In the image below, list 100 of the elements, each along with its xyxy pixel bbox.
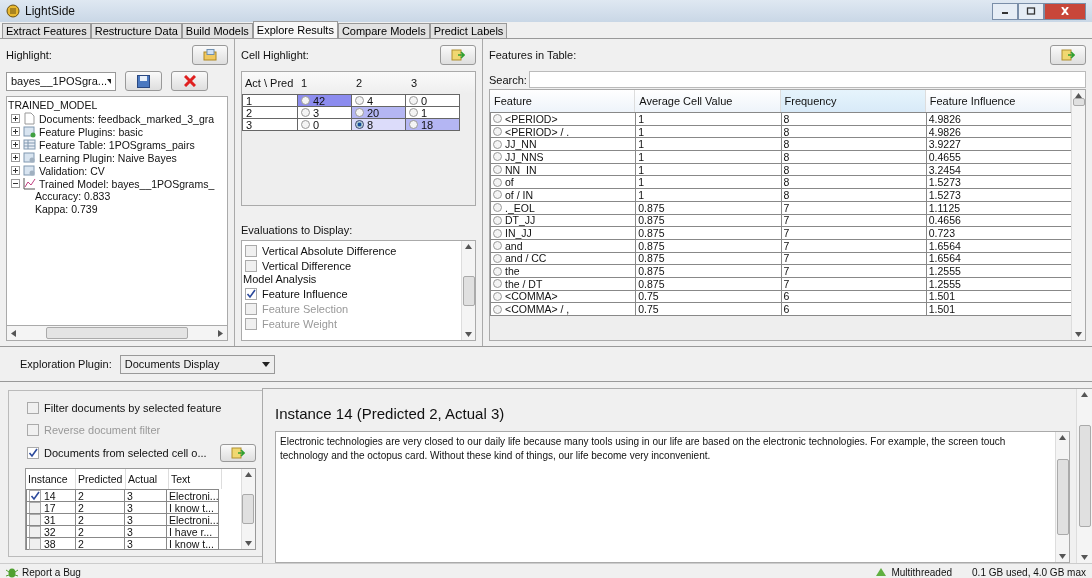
vertical-scrollbar[interactable] — [1055, 432, 1069, 562]
save-button[interactable] — [125, 71, 162, 91]
save-icon — [137, 74, 150, 88]
checkbox[interactable] — [245, 244, 257, 257]
expand-icon[interactable] — [11, 166, 20, 175]
radio-button[interactable] — [493, 139, 502, 149]
radio-button[interactable] — [355, 120, 364, 129]
tree-item[interactable]: Validation: CV — [39, 164, 105, 177]
radio-button[interactable] — [409, 96, 418, 105]
column-header[interactable]: Frequency — [780, 90, 926, 112]
close-button[interactable] — [1044, 2, 1086, 20]
plugin-dropdown[interactable]: Documents Display — [119, 354, 275, 374]
model-dropdown[interactable]: bayes__1POSgra... — [6, 71, 116, 91]
tab[interactable]: Restructure Data — [90, 23, 182, 38]
scroll-down-icon[interactable] — [1075, 332, 1082, 337]
radio-button[interactable] — [493, 203, 502, 213]
horizontal-scrollbar[interactable] — [6, 325, 228, 341]
vertical-scrollbar[interactable] — [461, 241, 475, 340]
radio-button[interactable] — [493, 190, 502, 200]
column-header[interactable]: Text — [169, 469, 222, 489]
matrix-cell[interactable]: 18 — [405, 118, 460, 131]
radio-button[interactable] — [355, 96, 364, 105]
radio-button[interactable] — [493, 279, 502, 289]
tab[interactable]: Build Models — [181, 23, 253, 38]
export-button[interactable] — [1050, 45, 1086, 65]
collapse-icon[interactable] — [11, 179, 20, 188]
radio-button[interactable] — [301, 108, 310, 117]
radio-button[interactable] — [493, 266, 502, 276]
matrix-cell[interactable]: 0 — [297, 118, 352, 131]
scroll-down-icon[interactable] — [1081, 555, 1088, 560]
scroll-right-icon[interactable] — [218, 329, 223, 337]
vertical-scrollbar[interactable] — [1071, 90, 1085, 340]
column-header[interactable]: Feature — [490, 90, 636, 112]
tree-item[interactable]: Feature Table: 1POSgrams_pairs — [39, 138, 195, 151]
maximize-button[interactable] — [1018, 2, 1044, 20]
scroll-down-icon[interactable] — [244, 541, 252, 546]
tree-item[interactable]: Trained Model: bayes__1POSgrams_ — [39, 177, 215, 190]
export-button[interactable] — [440, 45, 476, 65]
column-header[interactable]: Feature Influence — [925, 90, 1071, 112]
radio-button[interactable] — [493, 114, 502, 124]
matrix-cell[interactable]: 8 — [351, 118, 406, 131]
expand-icon[interactable] — [11, 114, 20, 123]
export-button[interactable] — [219, 443, 256, 462]
maximize-icon — [1026, 7, 1036, 15]
radio-button[interactable] — [301, 120, 310, 129]
checkbox[interactable] — [29, 513, 41, 526]
search-field[interactable] — [528, 71, 1086, 88]
copy-button[interactable] — [192, 45, 228, 65]
column-header[interactable]: Instance — [26, 469, 76, 489]
vertical-scrollbar[interactable] — [1076, 389, 1092, 563]
checkbox[interactable] — [245, 259, 257, 272]
checkbox[interactable] — [27, 446, 39, 459]
tree-item[interactable]: TRAINED_MODEL — [7, 99, 227, 112]
scroll-left-icon[interactable] — [11, 329, 16, 337]
radio-button[interactable] — [493, 177, 502, 187]
expand-icon[interactable] — [11, 127, 20, 136]
tab[interactable]: Explore Results — [252, 21, 338, 38]
radio-button[interactable] — [355, 108, 364, 117]
tree-item[interactable]: Accuracy: 0.833 — [35, 190, 111, 202]
radio-button[interactable] — [493, 291, 502, 301]
radio-button[interactable] — [493, 165, 502, 175]
expand-icon[interactable] — [11, 140, 20, 149]
radio-button[interactable] — [493, 127, 502, 137]
radio-button[interactable] — [493, 152, 502, 162]
radio-button[interactable] — [409, 120, 418, 129]
radio-button[interactable] — [493, 241, 502, 251]
checkbox[interactable] — [29, 525, 41, 538]
tab[interactable]: Compare Models — [337, 23, 430, 38]
report-bug-link[interactable]: Report a Bug — [22, 566, 81, 578]
column-header[interactable]: Actual — [126, 469, 169, 489]
radio-button[interactable] — [409, 108, 418, 117]
tree-item[interactable]: Feature Plugins: basic — [39, 125, 143, 138]
radio-button[interactable] — [493, 228, 502, 238]
column-header[interactable]: Average Cell Value — [635, 90, 781, 112]
scroll-thumb[interactable] — [1072, 98, 1085, 106]
scroll-up-icon[interactable] — [1081, 392, 1088, 397]
tab[interactable]: Extract Features — [2, 23, 91, 38]
checkbox[interactable] — [245, 287, 257, 300]
checkbox[interactable] — [29, 537, 41, 550]
tree-item[interactable]: Documents: feedback_marked_3_gra — [39, 112, 215, 125]
tree-item[interactable]: Learning Plugin: Naive Bayes — [39, 151, 177, 164]
checkbox[interactable] — [29, 489, 41, 502]
scroll-up-icon[interactable] — [1059, 435, 1066, 440]
expand-icon[interactable] — [11, 153, 20, 162]
delete-button[interactable] — [171, 71, 208, 91]
vertical-scrollbar[interactable] — [240, 469, 255, 549]
minimize-button[interactable] — [992, 2, 1018, 20]
column-header[interactable]: Predicted — [76, 469, 126, 489]
radio-button[interactable] — [493, 253, 502, 263]
tab[interactable]: Predict Labels — [429, 23, 508, 38]
tree-item[interactable]: Kappa: 0.739 — [35, 203, 98, 215]
checkbox[interactable] — [29, 501, 41, 514]
radio-button[interactable] — [493, 304, 502, 314]
scroll-down-icon[interactable] — [1059, 554, 1066, 559]
radio-button[interactable] — [493, 215, 502, 225]
scroll-up-icon[interactable] — [244, 472, 252, 477]
radio-button[interactable] — [301, 96, 310, 105]
scroll-down-icon[interactable] — [465, 332, 472, 337]
checkbox[interactable] — [27, 402, 39, 414]
scroll-up-icon[interactable] — [465, 244, 472, 249]
